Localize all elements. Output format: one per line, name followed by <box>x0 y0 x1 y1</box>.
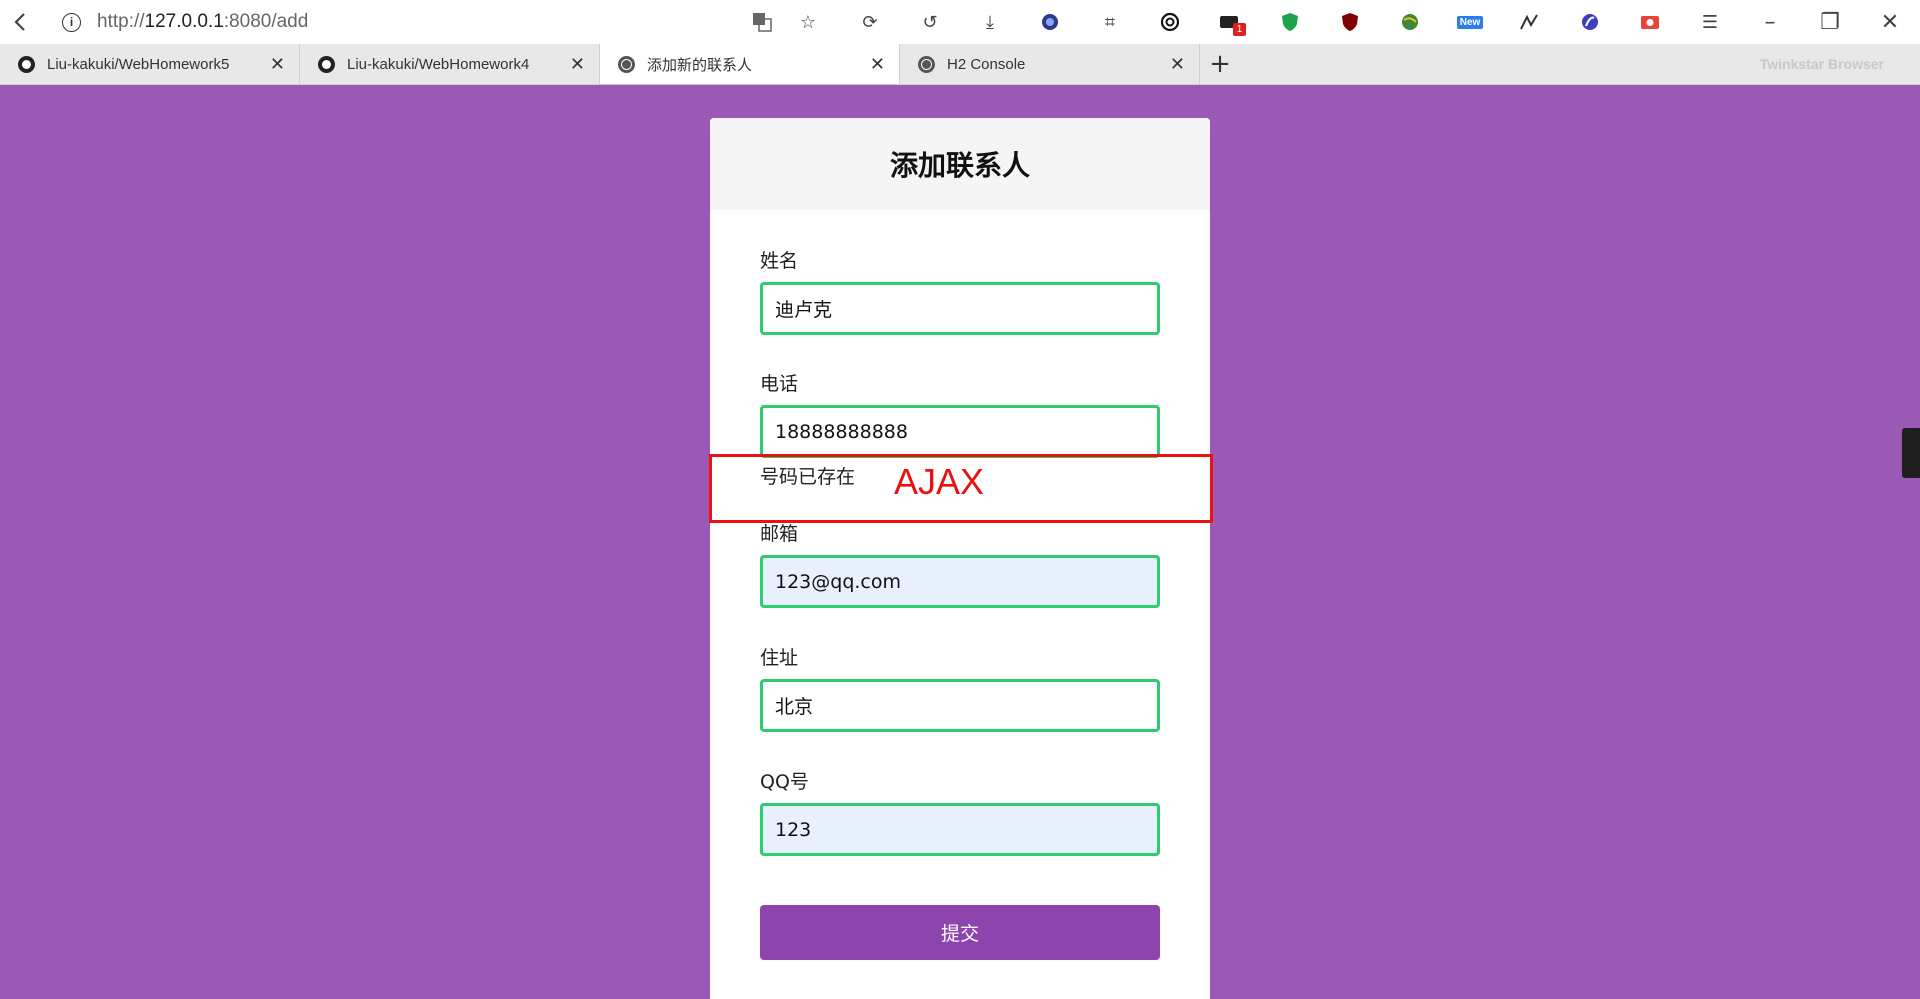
name-input[interactable]: 迪卢克 <box>760 282 1160 335</box>
card-header: 添加联系人 <box>710 118 1210 210</box>
url-prefix: http:// <box>97 11 145 32</box>
address-actions: ☆ <box>742 2 828 42</box>
qq-label: QQ号 <box>760 771 809 793</box>
address-input[interactable]: 北京 <box>760 679 1160 732</box>
menu-icon[interactable]: ☰ <box>1680 2 1740 42</box>
address-field-group: 住址 北京 <box>760 646 1160 732</box>
download-icon[interactable]: ⤓ <box>960 2 1020 42</box>
address-label: 住址 <box>760 647 799 669</box>
name-label: 姓名 <box>760 250 799 272</box>
close-tab-icon[interactable]: ✕ <box>270 54 285 75</box>
new-tab-button[interactable]: + <box>1200 44 1240 84</box>
close-tab-icon[interactable]: ✕ <box>870 54 885 75</box>
undo-close-icon[interactable]: ↺ <box>900 2 960 42</box>
page-title: 添加联系人 <box>889 149 1030 182</box>
phone-label: 电话 <box>760 373 799 395</box>
url-rest: :8080/add <box>223 11 309 32</box>
tab-label: Liu-kakuki/WebHomework5 <box>47 55 230 73</box>
submit-button[interactable]: 提交 <box>760 905 1160 960</box>
close-tab-icon[interactable]: ✕ <box>1170 54 1185 75</box>
extensions-row: ⟳ ↺ ⤓ ⌗ 1 New ☰ <box>840 2 1740 42</box>
url-host: 127.0.0.1 <box>144 11 224 32</box>
close-window-icon[interactable]: ✕ <box>1860 2 1920 42</box>
add-contact-card: 添加联系人 姓名 迪卢克 电话 18888888888 号码已存在 邮箱 123… <box>710 118 1210 999</box>
browser-brand: Twinkstar Browser <box>1759 56 1884 72</box>
tab-add-contact[interactable]: 添加新的联系人 ✕ <box>600 44 900 84</box>
notification-extension-icon[interactable]: 1 <box>1200 2 1260 42</box>
annotation-label: AJAX <box>894 461 985 502</box>
translate-icon[interactable] <box>742 2 782 42</box>
address-bar[interactable]: i http://127.0.0.1:8080/add <box>62 7 742 37</box>
tab-label: Liu-kakuki/WebHomework4 <box>347 55 530 73</box>
github-icon <box>318 55 335 73</box>
name-field-group: 姓名 迪卢克 <box>760 249 1160 335</box>
minimize-icon[interactable]: – <box>1740 2 1800 42</box>
bookmark-star-icon[interactable]: ☆ <box>788 2 828 42</box>
shield-green-icon[interactable] <box>1260 2 1320 42</box>
email-field-group: 邮箱 123@qq.com <box>760 522 1160 608</box>
browser-toolbar: i http://127.0.0.1:8080/add ☆ ⟳ ↺ ⤓ ⌗ 1 <box>0 0 1920 44</box>
globe-extension-icon[interactable] <box>1020 2 1080 42</box>
ublock-icon[interactable] <box>1320 2 1380 42</box>
tab-label: H2 Console <box>947 55 1026 73</box>
globe-icon <box>918 55 935 73</box>
phone-input[interactable]: 18888888888 <box>760 405 1160 458</box>
new-extension-icon[interactable]: New <box>1440 2 1500 42</box>
notification-count-badge: 1 <box>1233 23 1246 36</box>
github-icon <box>18 55 35 73</box>
tab-webhomework5[interactable]: Liu-kakuki/WebHomework5 ✕ <box>0 44 300 84</box>
email-label: 邮箱 <box>760 523 799 545</box>
screenshot-extension-icon[interactable] <box>1620 2 1680 42</box>
tab-label: 添加新的联系人 <box>647 56 753 74</box>
back-arrow-icon <box>14 13 25 31</box>
language-extension-icon[interactable] <box>1500 2 1560 42</box>
tab-h2-console[interactable]: H2 Console ✕ <box>900 44 1200 84</box>
close-tab-icon[interactable]: ✕ <box>570 54 585 75</box>
restore-icon[interactable]: ❐ <box>1800 2 1860 42</box>
sync-icon[interactable]: ⟳ <box>840 2 900 42</box>
qq-field-group: QQ号 123 <box>760 770 1160 856</box>
info-icon[interactable]: i <box>62 12 81 32</box>
email-input[interactable]: 123@qq.com <box>760 555 1160 608</box>
crop-screenshot-icon[interactable]: ⌗ <box>1080 2 1140 42</box>
spiral-extension-icon[interactable] <box>1560 2 1620 42</box>
qq-input[interactable]: 123 <box>760 803 1160 856</box>
side-panel-handle[interactable] <box>1902 428 1920 478</box>
back-button[interactable] <box>0 0 40 44</box>
window-controls: – ❐ ✕ <box>1740 2 1920 42</box>
link-extension-icon[interactable] <box>1140 2 1200 42</box>
globe-icon <box>618 55 635 73</box>
tab-bar: Liu-kakuki/WebHomework5 ✕ Liu-kakuki/Web… <box>0 44 1920 85</box>
tab-webhomework4[interactable]: Liu-kakuki/WebHomework4 ✕ <box>300 44 600 84</box>
earth-extension-icon[interactable] <box>1380 2 1440 42</box>
